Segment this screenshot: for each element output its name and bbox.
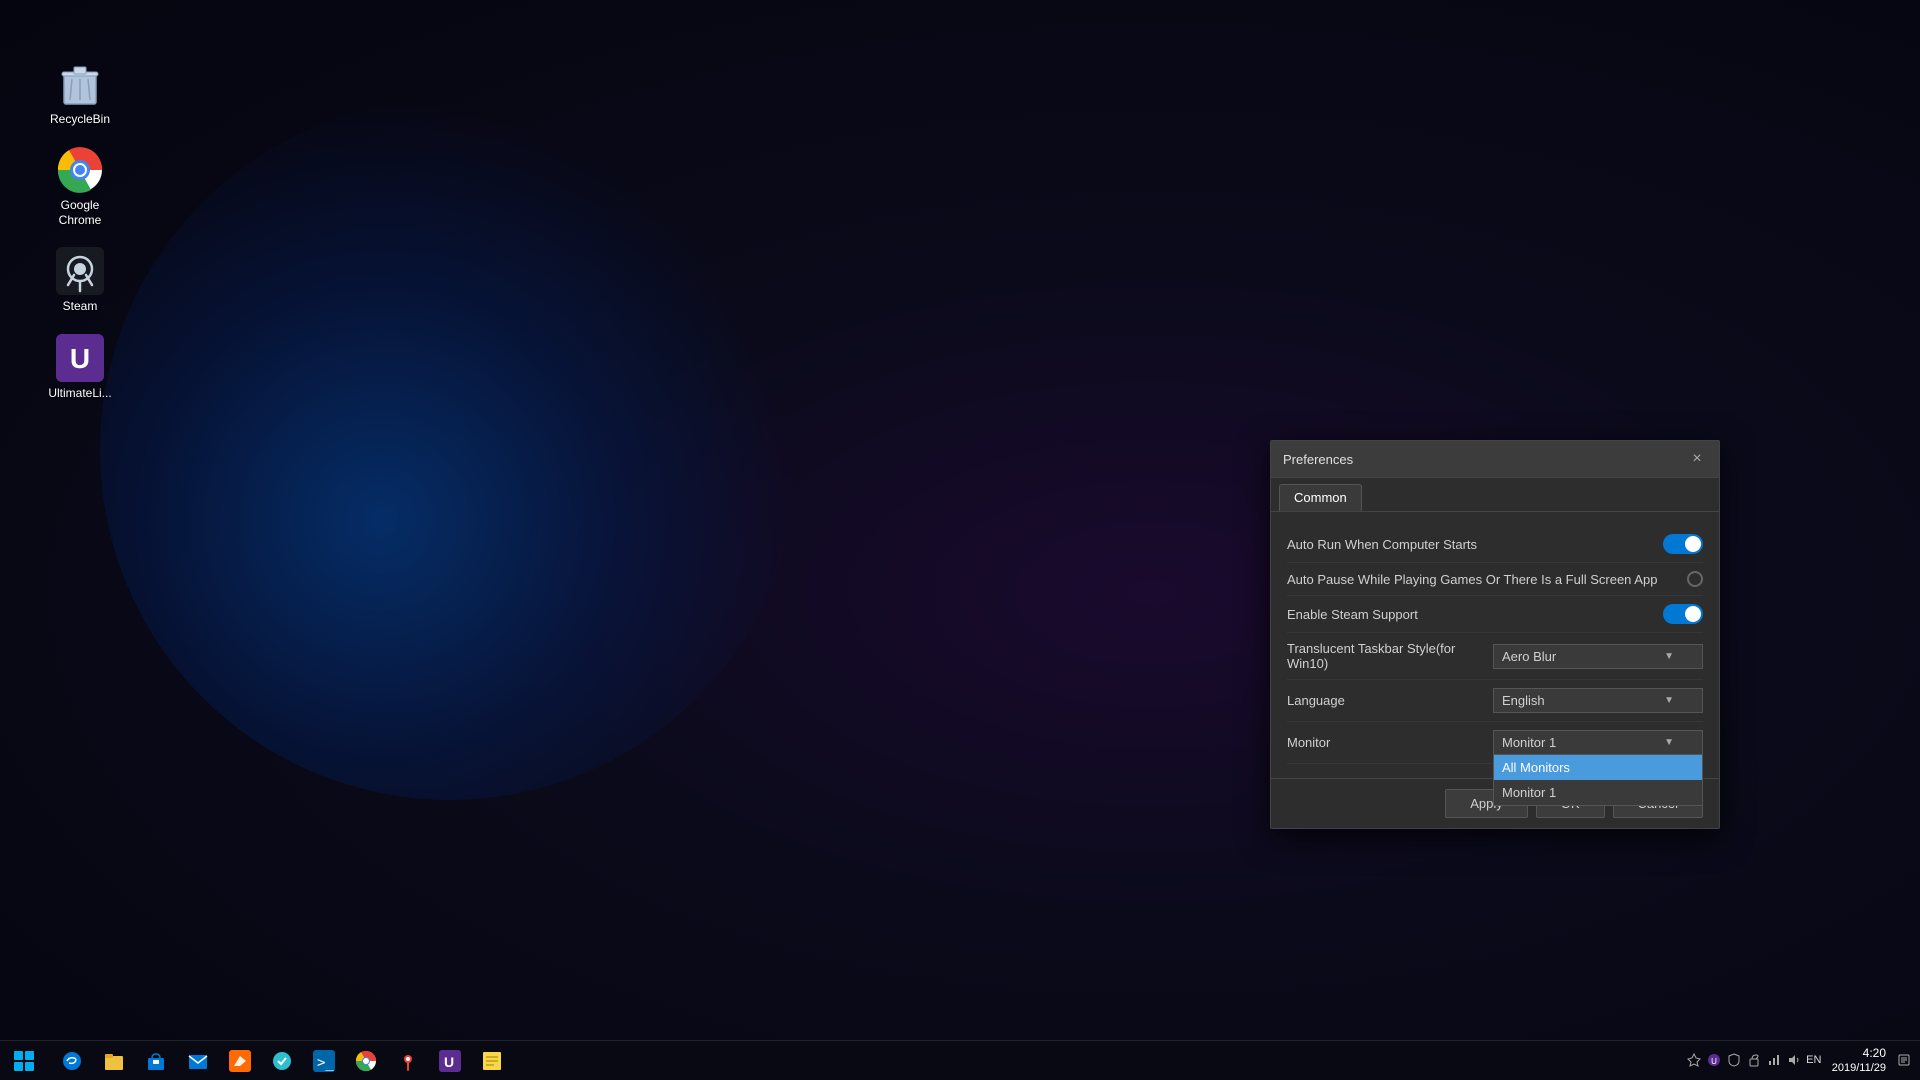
steam-support-label: Enable Steam Support — [1287, 607, 1663, 622]
monitor-dropdown-list: All Monitors Monitor 1 — [1493, 755, 1703, 806]
taskbar-style-arrow: ▼ — [1664, 651, 1674, 662]
language-selected[interactable]: English ▼ — [1493, 688, 1703, 713]
taskbar-app-mail[interactable] — [178, 1042, 218, 1080]
taskbar-app-vscode[interactable]: >_ — [304, 1042, 344, 1080]
monitor-control: Monitor 1 ▼ All Monitors Monitor 1 — [1493, 730, 1703, 755]
monitor-option-all[interactable]: All Monitors — [1494, 755, 1702, 780]
systray-language-icon[interactable]: EN — [1806, 1052, 1822, 1068]
recycle-bin-icon-img — [56, 60, 104, 108]
auto-pause-label: Auto Pause While Playing Games Or There … — [1287, 572, 1687, 587]
taskbar-style-row: Translucent Taskbar Style(for Win10) Aer… — [1287, 633, 1703, 680]
monitor-selected[interactable]: Monitor 1 ▼ — [1493, 730, 1703, 755]
monitor-option-1[interactable]: Monitor 1 — [1494, 780, 1702, 805]
taskbar: >_ U U — [0, 1040, 1920, 1080]
systray-app1-icon[interactable]: U — [1706, 1052, 1722, 1068]
systray-lock-icon[interactable] — [1746, 1052, 1762, 1068]
steam-label: Steam — [63, 299, 98, 313]
clock-date: 2019/11/29 — [1832, 1061, 1886, 1075]
taskbar-style-control: Aero Blur ▼ — [1493, 644, 1703, 669]
recycle-bin-icon[interactable]: RecycleBin — [40, 60, 120, 126]
systray-network-icon[interactable] — [1766, 1052, 1782, 1068]
taskbar-style-dropdown[interactable]: Aero Blur ▼ — [1493, 644, 1703, 669]
clock-time: 4:20 — [1832, 1046, 1886, 1062]
steam-desktop-icon[interactable]: Steam — [40, 247, 120, 313]
auto-pause-row: Auto Pause While Playing Games Or There … — [1287, 563, 1703, 596]
systray-shield-icon[interactable] — [1726, 1052, 1742, 1068]
language-dropdown[interactable]: English ▼ — [1493, 688, 1703, 713]
auto-run-label: Auto Run When Computer Starts — [1287, 537, 1663, 552]
desktop: RecycleBin Google Chrome — [0, 0, 1920, 1080]
monitor-dropdown[interactable]: Monitor 1 ▼ All Monitors Monitor 1 — [1493, 730, 1703, 755]
dialog-body: Auto Run When Computer Starts Auto Pause… — [1271, 512, 1719, 778]
steam-support-row: Enable Steam Support — [1287, 596, 1703, 633]
dialog-close-button[interactable]: × — [1687, 449, 1707, 469]
taskbar-app-explorer[interactable] — [94, 1042, 134, 1080]
svg-text:U: U — [70, 343, 90, 374]
taskbar-style-label: Translucent Taskbar Style(for Win10) — [1287, 641, 1493, 671]
auto-run-toggle[interactable] — [1663, 534, 1703, 554]
monitor-arrow: ▼ — [1664, 737, 1674, 748]
auto-pause-control — [1687, 571, 1703, 587]
start-button[interactable] — [0, 1041, 48, 1080]
taskbar-app-edge[interactable] — [52, 1042, 92, 1080]
svg-text:U: U — [444, 1054, 454, 1070]
auto-run-row: Auto Run When Computer Starts — [1287, 526, 1703, 563]
svg-text:U: U — [1711, 1057, 1717, 1066]
systray-volume-icon[interactable] — [1786, 1052, 1802, 1068]
windows-logo — [14, 1051, 34, 1071]
ulauncher-desktop-icon[interactable]: U UltimateLi... — [40, 334, 120, 400]
taskbar-style-selected[interactable]: Aero Blur ▼ — [1493, 644, 1703, 669]
taskbar-app-sticky[interactable] — [472, 1042, 512, 1080]
svg-text:>_: >_ — [317, 1055, 334, 1071]
recycle-bin-label: RecycleBin — [50, 112, 110, 126]
chrome-label: Google Chrome — [40, 198, 120, 227]
monitor-row: Monitor Monitor 1 ▼ All Monitors Monitor… — [1287, 722, 1703, 764]
dialog-title: Preferences — [1283, 452, 1353, 467]
taskbar-app-ulauncher[interactable]: U — [430, 1042, 470, 1080]
dialog-titlebar: Preferences × — [1271, 441, 1719, 478]
monitor-label: Monitor — [1287, 735, 1493, 750]
dialog-tabs: Common — [1271, 478, 1719, 512]
taskbar-app-store[interactable] — [136, 1042, 176, 1080]
language-arrow: ▼ — [1664, 695, 1674, 706]
language-control: English ▼ — [1493, 688, 1703, 713]
taskbar-app-chrome[interactable] — [346, 1042, 386, 1080]
chrome-desktop-icon[interactable]: Google Chrome — [40, 146, 120, 227]
background-nebula — [100, 100, 800, 800]
taskbar-app-things[interactable] — [262, 1042, 302, 1080]
notification-center-icon[interactable] — [1896, 1052, 1912, 1068]
desktop-icons: RecycleBin Google Chrome — [40, 60, 120, 400]
auto-pause-radio[interactable] — [1687, 571, 1703, 587]
auto-run-control — [1663, 534, 1703, 554]
language-label: Language — [1287, 693, 1493, 708]
system-clock[interactable]: 4:20 2019/11/29 — [1826, 1046, 1892, 1076]
system-tray: U EN 4:20 2019/11/29 — [1678, 1046, 1920, 1076]
ulauncher-icon-img: U — [56, 334, 104, 382]
language-row: Language English ▼ — [1287, 680, 1703, 722]
systray-notification-icon[interactable] — [1686, 1052, 1702, 1068]
chrome-icon-img — [56, 146, 104, 194]
steam-support-toggle[interactable] — [1663, 604, 1703, 624]
tab-common[interactable]: Common — [1279, 484, 1362, 511]
taskbar-app-maps[interactable] — [388, 1042, 428, 1080]
taskbar-apps: >_ U — [48, 1042, 1678, 1080]
preferences-dialog: Preferences × Common Auto Run When Compu… — [1270, 440, 1720, 829]
steam-support-control — [1663, 604, 1703, 624]
ulauncher-label: UltimateLi... — [48, 386, 111, 400]
taskbar-app-sublime[interactable] — [220, 1042, 260, 1080]
steam-icon-img — [56, 247, 104, 295]
